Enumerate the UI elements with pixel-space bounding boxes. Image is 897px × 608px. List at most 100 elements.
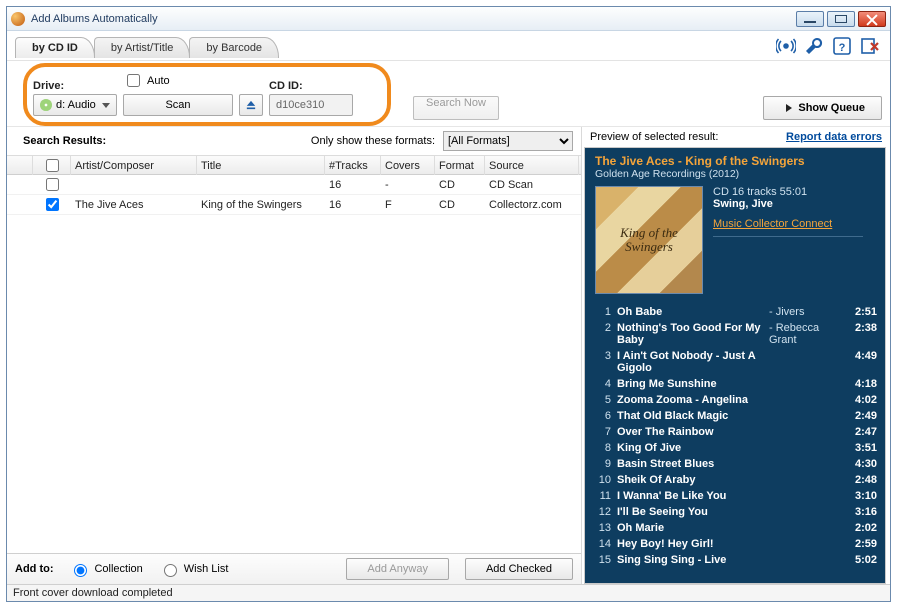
help-icon[interactable]: ?: [830, 34, 854, 58]
track-row[interactable]: 10 Sheik Of Araby 2:48: [593, 472, 877, 488]
track-number: 12: [593, 506, 611, 518]
cdid-field[interactable]: d10ce310: [269, 94, 353, 116]
add-checked-button[interactable]: Add Checked: [465, 558, 573, 580]
track-artist: [769, 378, 837, 390]
window-title: Add Albums Automatically: [31, 13, 793, 25]
drive-label: Drive:: [33, 80, 117, 92]
track-row[interactable]: 3 I Ain't Got Nobody - Just A Gigolo 4:4…: [593, 348, 877, 376]
drive-group: Drive: d: Audio: [33, 80, 117, 116]
formats-dropdown[interactable]: [All Formats]: [443, 131, 573, 151]
chevron-right-icon: [786, 104, 792, 112]
cell-format: CD: [435, 199, 485, 211]
search-results-label: Search Results:: [15, 133, 114, 149]
tab-row: by CD ID by Artist/Title by Barcode ?: [7, 31, 890, 61]
track-row[interactable]: 13 Oh Marie 2:02: [593, 520, 877, 536]
col-covers[interactable]: Covers: [381, 156, 435, 175]
col-tracks[interactable]: #Tracks: [325, 156, 381, 175]
scan-group: Auto Scan: [123, 71, 233, 116]
track-row[interactable]: 2 Nothing's Too Good For My Baby - Rebec…: [593, 320, 877, 348]
album-meta: CD 16 tracks 55:01 Swing, Jive Music Col…: [713, 186, 863, 294]
track-title: I Ain't Got Nobody - Just A Gigolo: [617, 350, 763, 374]
track-row[interactable]: 15 Sing Sing Sing - Live 5:02: [593, 552, 877, 568]
track-row[interactable]: 11 I Wanna' Be Like You 3:10: [593, 488, 877, 504]
cell-tracks: 16: [325, 179, 381, 191]
track-number: 15: [593, 554, 611, 566]
track-number: 13: [593, 522, 611, 534]
track-number: 8: [593, 442, 611, 454]
track-duration: 2:48: [843, 474, 877, 486]
track-row[interactable]: 9 Basin Street Blues 4:30: [593, 456, 877, 472]
track-duration: 2:51: [843, 306, 877, 318]
radio-collection[interactable]: Collection: [69, 561, 142, 577]
album-title: The Jive Aces - King of the Swingers: [595, 154, 875, 168]
left-pane: Search Results: Only show these formats:…: [7, 127, 582, 584]
track-row[interactable]: 8 King Of Jive 3:51: [593, 440, 877, 456]
track-row[interactable]: 7 Over The Rainbow 2:47: [593, 424, 877, 440]
col-source[interactable]: Source: [485, 156, 579, 175]
scan-button[interactable]: Scan: [123, 94, 233, 116]
show-queue-button[interactable]: Show Queue: [763, 96, 882, 120]
track-duration: 4:49: [843, 350, 877, 374]
tracklist[interactable]: 1 Oh Babe - Jivers 2:512 Nothing's Too G…: [585, 302, 885, 583]
track-duration: 3:51: [843, 442, 877, 454]
track-row[interactable]: 14 Hey Boy! Hey Girl! 2:59: [593, 536, 877, 552]
track-number: 11: [593, 490, 611, 502]
maximize-button[interactable]: [827, 11, 855, 27]
album-meta-line: CD 16 tracks 55:01: [713, 186, 863, 198]
table-row[interactable]: 16 - CD CD Scan: [7, 175, 581, 195]
track-title: Oh Marie: [617, 522, 763, 534]
drive-dropdown[interactable]: d: Audio: [33, 94, 117, 116]
close-button[interactable]: [858, 11, 886, 27]
col-artist[interactable]: Artist/Composer: [71, 156, 197, 175]
col-format[interactable]: Format: [435, 156, 485, 175]
col-title[interactable]: Title: [197, 156, 325, 175]
track-title: I Wanna' Be Like You: [617, 490, 763, 502]
track-number: 3: [593, 350, 611, 374]
track-duration: 2:02: [843, 522, 877, 534]
tab-by-cd-id[interactable]: by CD ID: [15, 37, 95, 58]
track-row[interactable]: 12 I'll Be Seeing You 3:16: [593, 504, 877, 520]
broadcast-icon[interactable]: [774, 34, 798, 58]
track-row[interactable]: 4 Bring Me Sunshine 4:18: [593, 376, 877, 392]
track-title: Hey Boy! Hey Girl!: [617, 538, 763, 550]
check-cell[interactable]: [33, 175, 71, 194]
add-anyway-button[interactable]: Add Anyway: [346, 558, 449, 580]
format-bar: Search Results: Only show these formats:…: [7, 127, 581, 155]
tab-by-artist-title[interactable]: by Artist/Title: [94, 37, 191, 58]
auto-checkbox[interactable]: [127, 74, 140, 87]
check-cell[interactable]: [33, 195, 71, 214]
table-row[interactable]: The Jive Aces King of the Swingers 16 F …: [7, 195, 581, 215]
tab-by-barcode[interactable]: by Barcode: [189, 37, 279, 58]
add-bar: Add to: Collection Wish List Add Anyway …: [7, 553, 581, 584]
track-row[interactable]: 1 Oh Babe - Jivers 2:51: [593, 304, 877, 320]
eject-button[interactable]: [239, 94, 263, 116]
track-duration: 5:02: [843, 554, 877, 566]
album-genres: Swing, Jive: [713, 198, 863, 210]
grid-header: Artist/Composer Title #Tracks Covers For…: [7, 155, 581, 175]
cdid-group: CD ID: d10ce310: [269, 80, 353, 116]
track-title: Bring Me Sunshine: [617, 378, 763, 390]
album-subtitle: Golden Age Recordings (2012): [595, 168, 875, 186]
wrench-icon[interactable]: [802, 34, 826, 58]
radio-wishlist[interactable]: Wish List: [159, 561, 229, 577]
tabstrip: by CD ID by Artist/Title by Barcode: [15, 37, 278, 58]
track-title: Sing Sing Sing - Live: [617, 554, 763, 566]
track-artist: [769, 522, 837, 534]
search-now-button[interactable]: Search Now: [413, 96, 499, 120]
music-collector-connect-link[interactable]: Music Collector Connect: [713, 218, 863, 237]
cell-source: CD Scan: [485, 179, 579, 191]
report-errors-link[interactable]: Report data errors: [786, 131, 882, 143]
track-title: Sheik Of Araby: [617, 474, 763, 486]
right-pane: Preview of selected result: Report data …: [582, 127, 890, 584]
track-row[interactable]: 5 Zooma Zooma - Angelina 4:02: [593, 392, 877, 408]
auto-label: Auto: [147, 75, 170, 87]
show-queue-label: Show Queue: [798, 102, 865, 114]
check-all-col[interactable]: [33, 156, 71, 175]
exit-icon[interactable]: [858, 34, 882, 58]
track-row[interactable]: 6 That Old Black Magic 2:49: [593, 408, 877, 424]
minimize-button[interactable]: [796, 11, 824, 27]
controls-row: Drive: d: Audio Auto Scan: [7, 61, 890, 126]
track-artist: [769, 394, 837, 406]
cell-source: Collectorz.com: [485, 199, 579, 211]
cell-covers: F: [381, 199, 435, 211]
